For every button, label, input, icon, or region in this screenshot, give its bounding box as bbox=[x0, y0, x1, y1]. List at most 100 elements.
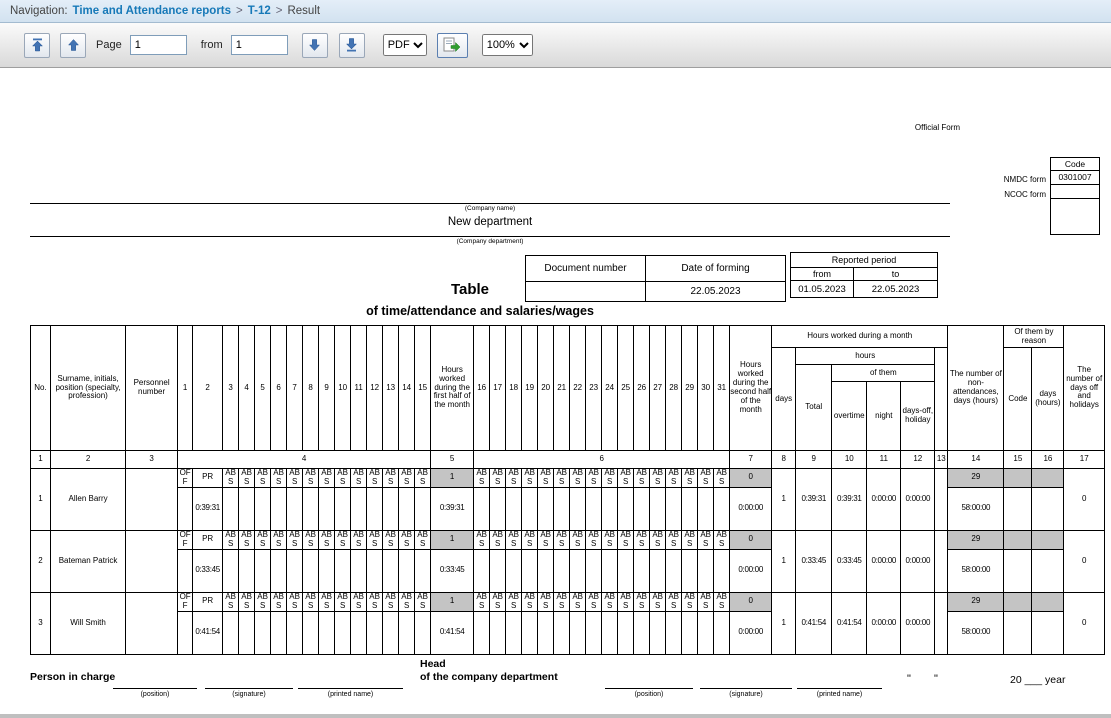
overtime-hours: 0:39:31 bbox=[832, 469, 867, 531]
day-time-cell bbox=[351, 487, 367, 530]
export-format-select[interactable]: PDF bbox=[383, 34, 427, 56]
day-time-cell bbox=[319, 549, 335, 592]
reason-days-cell bbox=[1032, 549, 1064, 592]
day-time-cell bbox=[682, 611, 698, 654]
official-form-label: Official Form bbox=[900, 123, 975, 132]
report-subtitle: of time/attendance and salaries/wages bbox=[180, 304, 780, 318]
day-time-cell bbox=[351, 611, 367, 654]
days-worked: 1 bbox=[772, 530, 796, 592]
day-time-cell bbox=[538, 487, 554, 530]
day-time-cell bbox=[554, 487, 570, 530]
employee-code-row: 2Bateman PatrickOFFPRABSABSABSABSABSABSA… bbox=[31, 530, 1105, 549]
signature-line bbox=[797, 688, 882, 689]
day-time-cell bbox=[271, 611, 287, 654]
day-code-cell: ABS bbox=[239, 530, 255, 549]
second-half-time: 0:00:00 bbox=[730, 611, 772, 654]
total-hours: 0:39:31 bbox=[796, 469, 832, 531]
reason-code bbox=[1004, 592, 1032, 611]
day-code-cell: ABS bbox=[698, 469, 714, 488]
reason-code-cell bbox=[1004, 549, 1032, 592]
col-header-non-attendance: The number of non-attendances, days (hou… bbox=[948, 326, 1004, 451]
page-input[interactable] bbox=[130, 35, 187, 55]
day-code-cell: ABS bbox=[522, 592, 538, 611]
last-page-button[interactable] bbox=[339, 33, 365, 58]
col-header-day: 27 bbox=[650, 326, 666, 451]
day-code-cell: ABS bbox=[303, 592, 319, 611]
reason-days-cell bbox=[1032, 611, 1064, 654]
day-time-cell bbox=[506, 611, 522, 654]
day-code-cell: ABS bbox=[367, 469, 383, 488]
day-code-cell: ABS bbox=[287, 469, 303, 488]
day-time-cell bbox=[682, 487, 698, 530]
day-code-cell: ABS bbox=[490, 530, 506, 549]
day-code-cell: ABS bbox=[335, 592, 351, 611]
day-code-cell: ABS bbox=[602, 469, 618, 488]
day-code-cell: ABS bbox=[223, 592, 239, 611]
col-header-days-hours: days (hours) bbox=[1032, 348, 1064, 451]
day-code-cell: ABS bbox=[490, 592, 506, 611]
col-header-day: 4 bbox=[239, 326, 255, 451]
day-time-cell bbox=[367, 487, 383, 530]
day-code-cell: ABS bbox=[506, 469, 522, 488]
days-worked: 1 bbox=[772, 469, 796, 531]
nav-link-time-attendance-reports[interactable]: Time and Attendance reports bbox=[73, 5, 231, 17]
col-header-day: 26 bbox=[634, 326, 650, 451]
col-header-month-group: Hours worked during a month bbox=[772, 326, 948, 348]
code-box-header: Code bbox=[1050, 157, 1100, 171]
day-time-cell bbox=[586, 611, 602, 654]
night-hours: 0:00:00 bbox=[867, 530, 901, 592]
day-time-cell bbox=[367, 611, 383, 654]
nav-link-t12[interactable]: T-12 bbox=[248, 5, 271, 17]
col-number: 4 bbox=[178, 451, 431, 469]
day-time-cell bbox=[383, 487, 399, 530]
days-off-holidays-count: 0 bbox=[1064, 530, 1105, 592]
day-time-cell bbox=[335, 549, 351, 592]
day-code-cell: ABS bbox=[650, 592, 666, 611]
day-time-cell bbox=[634, 549, 650, 592]
day-code-cell: ABS bbox=[634, 469, 650, 488]
day-time-cell bbox=[474, 549, 490, 592]
col-header-day: 23 bbox=[586, 326, 602, 451]
employee-name: Allen Barry bbox=[51, 469, 126, 531]
non-attendance-days: 29 bbox=[948, 592, 1004, 611]
zoom-select[interactable]: 100% bbox=[482, 34, 533, 56]
total-hours: 0:33:45 bbox=[796, 530, 832, 592]
total-pages-input[interactable] bbox=[231, 35, 288, 55]
day-code-cell: ABS bbox=[303, 530, 319, 549]
col-header-hours-group: hours bbox=[796, 348, 935, 365]
days-off-hours: 0:00:00 bbox=[901, 469, 935, 531]
day-time-cell bbox=[287, 549, 303, 592]
row-number: 2 bbox=[31, 530, 51, 592]
day-code-cell: ABS bbox=[223, 469, 239, 488]
personnel-number bbox=[126, 469, 178, 531]
first-page-button[interactable] bbox=[24, 33, 50, 58]
breadcrumb-separator: > bbox=[276, 5, 283, 17]
company-name-line bbox=[30, 203, 950, 204]
next-page-button[interactable] bbox=[302, 33, 328, 58]
first-half-time: 0:39:31 bbox=[431, 487, 474, 530]
day-code-cell: ABS bbox=[618, 469, 634, 488]
days-worked: 1 bbox=[772, 592, 796, 654]
col-header-days-off-holidays: The number of days off and holidays bbox=[1064, 326, 1105, 451]
day-time-cell bbox=[415, 487, 431, 530]
col-number: 8 bbox=[772, 451, 796, 469]
reason-code bbox=[1004, 469, 1032, 488]
day-code-cell: ABS bbox=[383, 469, 399, 488]
day-code-cell: ABS bbox=[506, 530, 522, 549]
period-to-value: 22.05.2023 bbox=[854, 281, 938, 298]
previous-page-button[interactable] bbox=[60, 33, 86, 58]
day-time-cell bbox=[399, 549, 415, 592]
export-button[interactable] bbox=[437, 33, 468, 58]
col-header-overtime: overtime bbox=[832, 382, 867, 451]
day-time-cell bbox=[586, 487, 602, 530]
day-time-cell bbox=[239, 549, 255, 592]
col-number: 9 bbox=[796, 451, 832, 469]
day-code-cell: ABS bbox=[255, 530, 271, 549]
day-time-cell bbox=[522, 487, 538, 530]
col-header-name: Surname, initials, position (specialty, … bbox=[51, 326, 126, 451]
col-header-day: 8 bbox=[303, 326, 319, 451]
day-time-cell bbox=[506, 549, 522, 592]
day-code-cell: ABS bbox=[367, 592, 383, 611]
day-time-cell bbox=[698, 611, 714, 654]
breadcrumb: Navigation: Time and Attendance reports … bbox=[0, 0, 1111, 23]
